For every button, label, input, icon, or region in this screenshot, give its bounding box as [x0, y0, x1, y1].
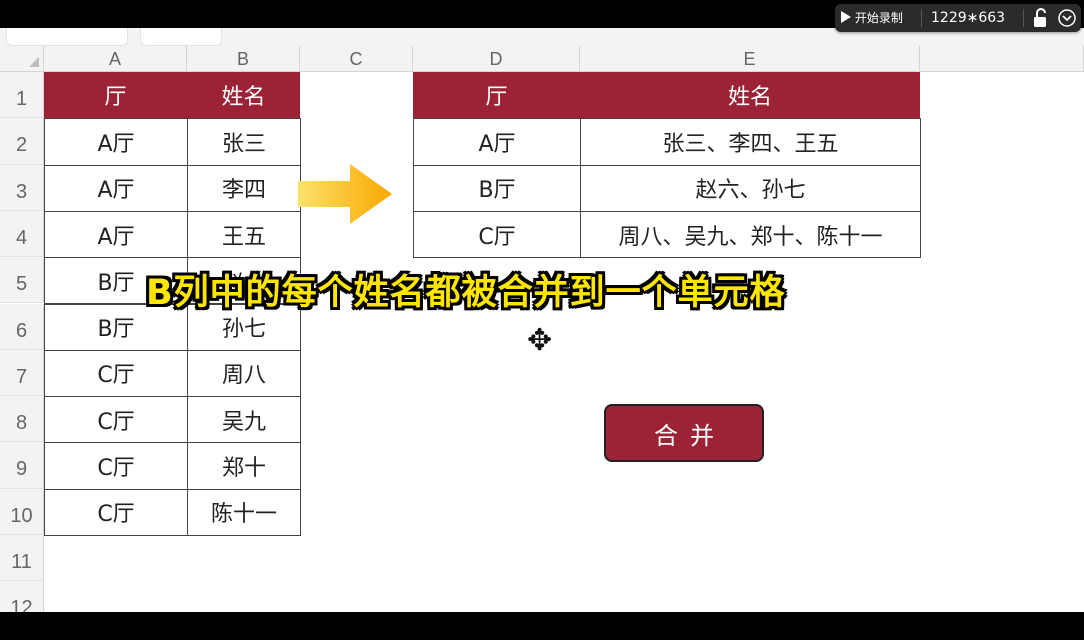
- source-table-header-cell[interactable]: 厅: [44, 72, 187, 119]
- column-header-b[interactable]: B: [187, 46, 300, 72]
- row-header-3[interactable]: 3: [0, 164, 44, 211]
- chevron-down-icon[interactable]: [1057, 8, 1077, 28]
- source-table-cell[interactable]: 张三: [187, 118, 301, 166]
- source-table-cell[interactable]: A厅: [44, 210, 188, 259]
- recorder-toolbar: 开始录制 1229∗663: [835, 4, 1081, 32]
- column-header-c[interactable]: C: [300, 46, 413, 72]
- column-header-e[interactable]: E: [580, 46, 920, 72]
- row-header-1[interactable]: 1: [0, 72, 44, 119]
- source-table-cell[interactable]: A厅: [44, 118, 188, 166]
- row-header-2[interactable]: 2: [0, 118, 44, 165]
- lock-open-icon[interactable]: [1033, 8, 1049, 28]
- source-table-cell[interactable]: 陈十一: [187, 488, 301, 536]
- result-table-cell[interactable]: 张三、李四、王五: [580, 118, 921, 166]
- play-icon: [841, 11, 851, 23]
- result-table-cell[interactable]: 周八、吴九、郑十、陈十一: [580, 210, 921, 259]
- column-header-a[interactable]: A: [44, 46, 187, 72]
- row-header-5[interactable]: 5: [0, 257, 44, 304]
- row-header-8[interactable]: 8: [0, 396, 44, 443]
- source-table-cell[interactable]: C厅: [44, 349, 188, 398]
- row-header-10[interactable]: 10: [0, 488, 44, 535]
- workbook-tab[interactable]: [140, 28, 222, 46]
- result-table-cell[interactable]: A厅: [413, 118, 581, 166]
- source-table-header-cell[interactable]: 姓名: [187, 72, 300, 119]
- source-table-cell[interactable]: 周八: [187, 349, 301, 398]
- spreadsheet-window: ABCDE 1 2 3 4 5 6 7 8 9 10 11 12 厅姓名 A厅 张三 A厅 李四 A厅 王五 B厅赵…: [0, 28, 1084, 612]
- result-table-header-cell[interactable]: 厅: [413, 72, 580, 119]
- source-table-cell[interactable]: 郑十: [187, 442, 301, 490]
- toolbar-divider: [921, 9, 922, 27]
- source-table-cell[interactable]: 王五: [187, 210, 301, 259]
- arrow-right-icon: [298, 164, 392, 224]
- row-header-11[interactable]: 11: [0, 535, 44, 582]
- workbook-tab[interactable]: [6, 28, 128, 46]
- bottom-black-bar: [0, 612, 1084, 640]
- source-table-cell[interactable]: 李四: [187, 164, 301, 212]
- row-header-9[interactable]: 9: [0, 442, 44, 489]
- column-header-d[interactable]: D: [413, 46, 580, 72]
- source-table-cell[interactable]: C厅: [44, 442, 188, 490]
- row-header-7[interactable]: 7: [0, 349, 44, 397]
- move-cursor-icon: ✥: [527, 323, 553, 358]
- source-table-cell[interactable]: C厅: [44, 396, 188, 444]
- row-header-4[interactable]: 4: [0, 210, 44, 258]
- capture-size-readout: 1229∗663: [931, 10, 1006, 26]
- source-table-cell[interactable]: C厅: [44, 488, 188, 536]
- source-table-cell[interactable]: A厅: [44, 164, 188, 212]
- start-recording-label: 开始录制: [854, 11, 903, 25]
- result-table-cell[interactable]: 赵六、孙七: [580, 164, 921, 212]
- start-recording-button[interactable]: 开始录制: [841, 4, 903, 32]
- toolbar-divider: [1023, 9, 1024, 27]
- caption-overlay: B列中的每个姓名都被合并到一个单元格: [146, 273, 786, 313]
- column-header-filler: [920, 46, 1084, 72]
- source-table-cell[interactable]: 吴九: [187, 396, 301, 444]
- row-header-6[interactable]: 6: [0, 303, 44, 350]
- row-header-12[interactable]: 12: [0, 581, 44, 612]
- result-table-cell[interactable]: C厅: [413, 210, 581, 259]
- select-all-corner[interactable]: [0, 46, 44, 72]
- result-table-header-cell[interactable]: 姓名: [580, 72, 920, 119]
- result-table-cell[interactable]: B厅: [413, 164, 581, 212]
- merge-button[interactable]: 合并: [604, 404, 764, 462]
